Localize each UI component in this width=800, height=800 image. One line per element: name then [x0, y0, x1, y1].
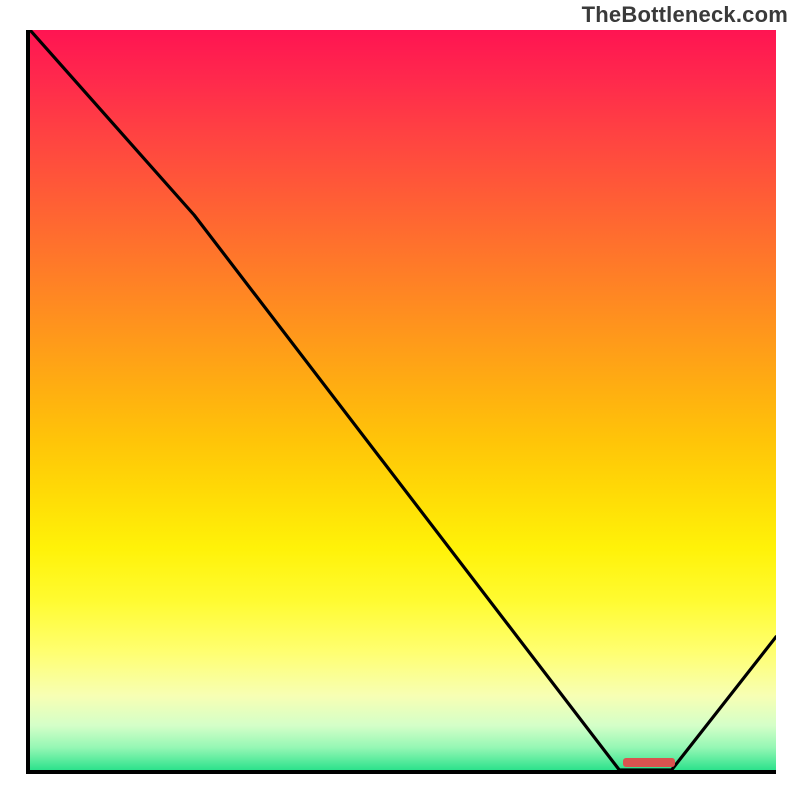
curve-svg — [30, 30, 776, 770]
bottleneck-curve-path — [30, 30, 776, 770]
chart-container: TheBottleneck.com — [0, 0, 800, 800]
optimal-range-marker — [623, 758, 676, 767]
attribution-label: TheBottleneck.com — [582, 2, 788, 28]
plot-area — [26, 30, 776, 774]
